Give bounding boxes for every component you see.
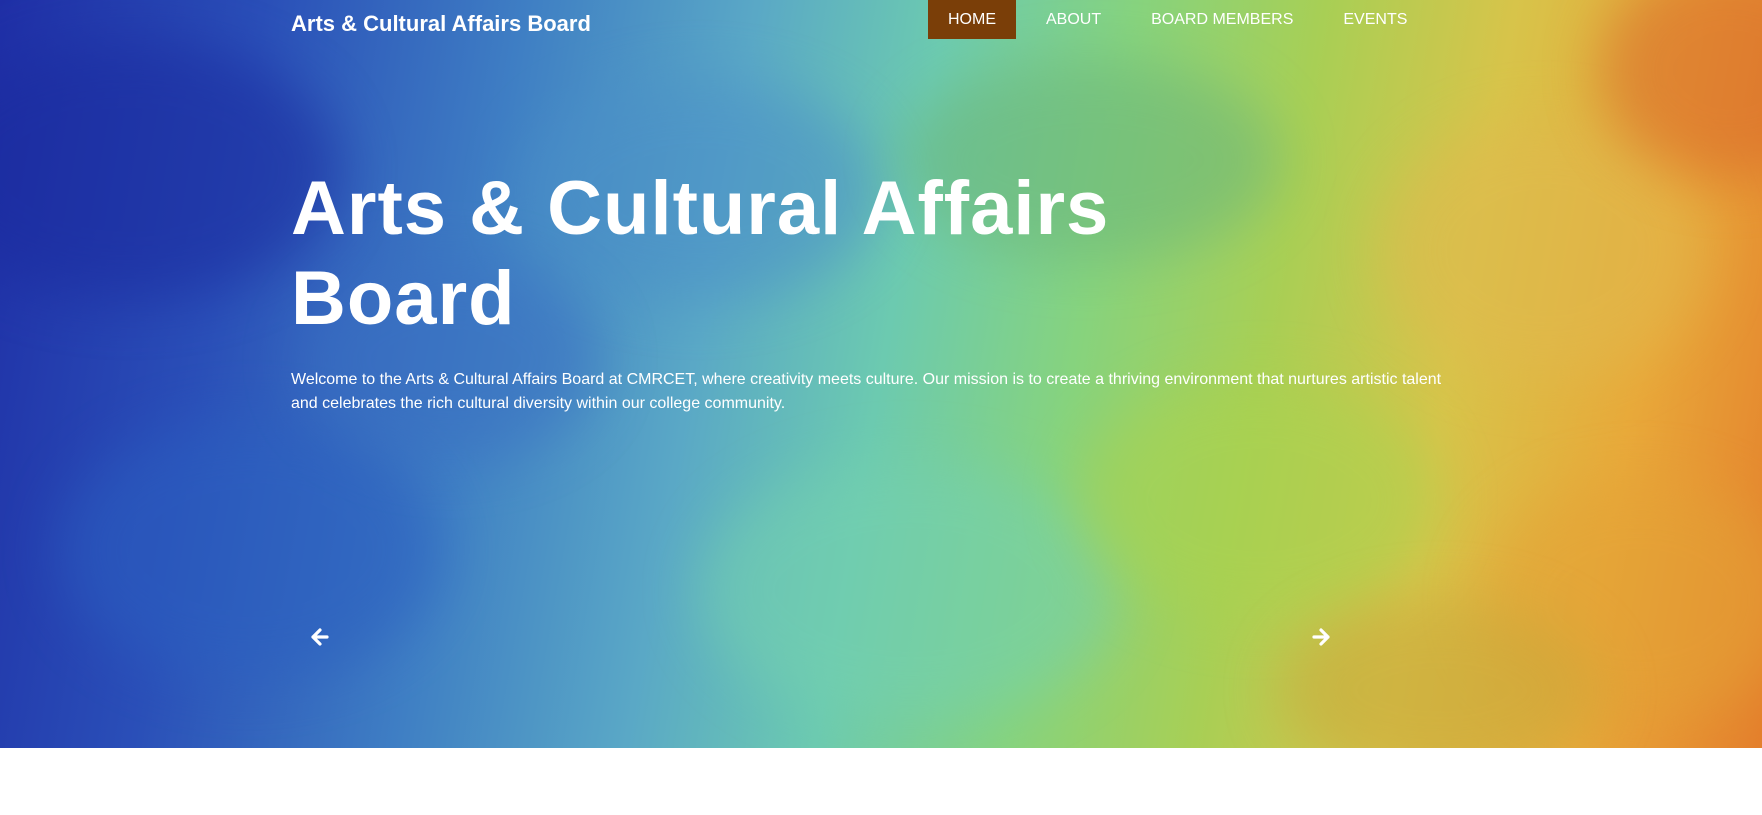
paint-stroke: [700, 460, 1120, 720]
main-nav: HOME ABOUT BOARD MEMBERS EVENTS: [928, 0, 1427, 39]
paint-stroke: [1080, 380, 1440, 620]
hero-title-line-1: Arts & Cultural Affairs: [291, 166, 1110, 251]
nav-item-home[interactable]: HOME: [928, 0, 1016, 39]
nav-item-board-members[interactable]: BOARD MEMBERS: [1131, 0, 1313, 39]
arrow-right-icon: [1312, 628, 1330, 646]
arrow-left-icon: [311, 628, 329, 646]
paint-stroke: [60, 420, 440, 680]
carousel-next-button[interactable]: [1310, 626, 1332, 648]
nav-item-about[interactable]: ABOUT: [1026, 0, 1121, 39]
paint-stroke: [0, 40, 340, 300]
hero-section: Arts & Cultural Affairs Board HOME ABOUT…: [0, 0, 1762, 748]
hero-description: Welcome to the Arts & Cultural Affairs B…: [291, 371, 1442, 412]
carousel-prev-button[interactable]: [309, 626, 331, 648]
hero-title: Arts & Cultural Affairs Board: [291, 164, 1391, 344]
site-brand[interactable]: Arts & Cultural Affairs Board: [291, 11, 591, 37]
nav-item-events[interactable]: EVENTS: [1323, 0, 1427, 39]
hero-title-line-2: Board: [291, 256, 516, 341]
